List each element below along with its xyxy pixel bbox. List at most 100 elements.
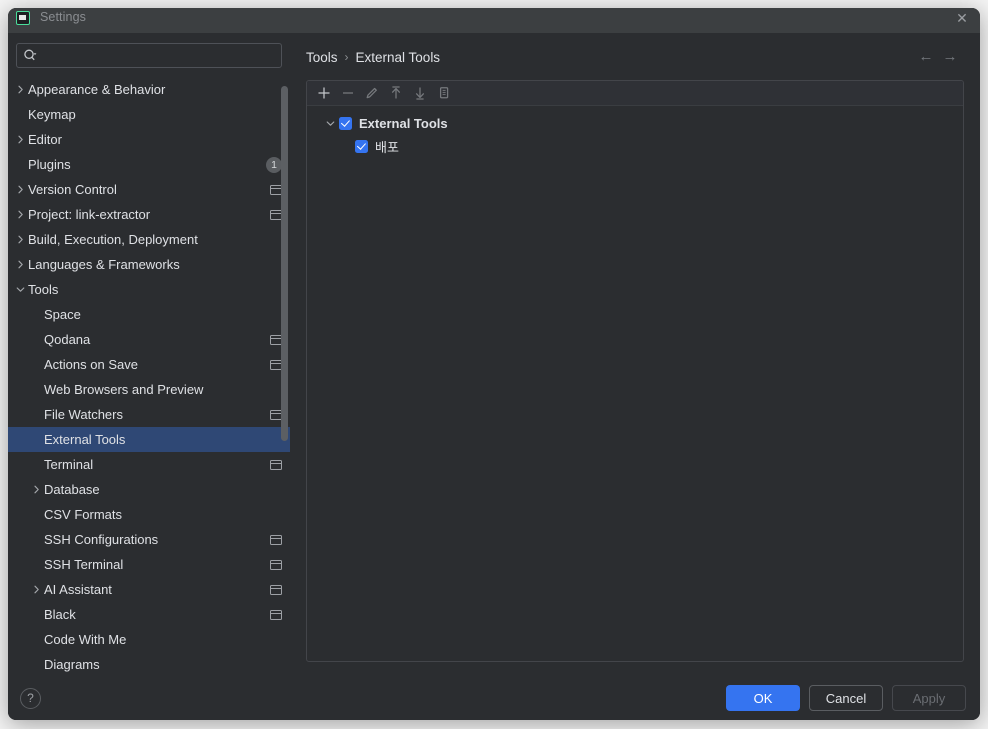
settings-sidebar: Appearance & Behavior Keymap Editor Plugins…	[8, 34, 290, 676]
pycharm-icon	[16, 10, 30, 25]
remove-tool-button	[337, 83, 359, 104]
close-icon[interactable]: ✕	[954, 10, 970, 26]
external-tools-tree: External Tools 배포	[307, 106, 963, 661]
sidebar-item-ssh-configurations[interactable]: SSH Configurations	[8, 527, 290, 552]
sidebar-item-label: Version Control	[28, 182, 117, 197]
chevron-right-icon[interactable]	[12, 85, 28, 94]
sidebar-item-label: Code With Me	[44, 632, 127, 647]
project-scope-icon	[270, 609, 282, 620]
breadcrumb: Tools › External Tools	[306, 50, 440, 65]
sidebar-item-diagrams[interactable]: Diagrams	[8, 652, 290, 676]
move-down-button	[409, 83, 431, 104]
ok-button[interactable]: OK	[726, 685, 800, 711]
sidebar-tree: Appearance & Behavior Keymap Editor Plugins…	[8, 76, 290, 676]
search-icon	[23, 48, 38, 63]
project-scope-icon	[270, 459, 282, 470]
tree-item-label: External Tools	[359, 116, 448, 131]
sidebar-item-tools[interactable]: Tools	[8, 277, 290, 302]
chevron-right-icon[interactable]	[12, 135, 28, 144]
sidebar-item-label: Web Browsers and Preview	[44, 382, 204, 397]
chevron-down-icon[interactable]	[321, 119, 339, 128]
chevron-right-icon[interactable]	[28, 485, 44, 494]
sidebar-item-terminal[interactable]: Terminal	[8, 452, 290, 477]
search-container	[8, 34, 290, 76]
sidebar-item-label: Tools	[28, 282, 59, 297]
dialog-footer: ? OK Cancel Apply	[8, 676, 980, 720]
sidebar-item-label: Build, Execution, Deployment	[28, 232, 198, 247]
chevron-right-icon[interactable]	[12, 260, 28, 269]
sidebar-item-label: Diagrams	[44, 657, 100, 672]
sidebar-item-label: Qodana	[44, 332, 91, 347]
sidebar-item-label: Editor	[28, 132, 62, 147]
window-title: Settings	[40, 9, 86, 24]
sidebar-item-ssh-terminal[interactable]: SSH Terminal	[8, 552, 290, 577]
chevron-right-icon[interactable]	[12, 235, 28, 244]
sidebar-item-project-link-extractor[interactable]: Project: link-extractor	[8, 202, 290, 227]
sidebar-item-external-tools[interactable]: External Tools	[8, 427, 290, 452]
sidebar-scrollbar[interactable]	[281, 86, 288, 441]
search-input[interactable]	[42, 44, 275, 67]
tree-item-label: 배포	[375, 140, 399, 155]
project-scope-icon	[270, 584, 282, 595]
sidebar-item-keymap[interactable]: Keymap	[8, 102, 290, 127]
chevron-right-icon[interactable]	[12, 210, 28, 219]
sidebar-item-label: Database	[44, 482, 100, 497]
sidebar-item-label: Actions on Save	[44, 357, 138, 372]
sidebar-item-web-browsers-and-preview[interactable]: Web Browsers and Preview	[8, 377, 290, 402]
chevron-down-icon[interactable]	[12, 285, 28, 294]
search-field[interactable]	[16, 43, 282, 68]
sidebar-item-version-control[interactable]: Version Control	[8, 177, 290, 202]
sidebar-item-label: SSH Terminal	[44, 557, 124, 572]
chevron-right-icon[interactable]	[12, 185, 28, 194]
sidebar-item-label: Languages & Frameworks	[28, 257, 180, 272]
edit-tool-button	[361, 83, 383, 104]
tree-row[interactable]: 배포	[307, 135, 963, 158]
settings-dialog: Settings ✕ Appearance & Behavior Keymap …	[8, 8, 980, 720]
sidebar-item-plugins[interactable]: Plugins 1	[8, 152, 290, 177]
sidebar-item-qodana[interactable]: Qodana	[8, 327, 290, 352]
sidebar-item-label: Appearance & Behavior	[28, 82, 166, 97]
sidebar-item-file-watchers[interactable]: File Watchers	[8, 402, 290, 427]
project-scope-icon	[270, 559, 282, 570]
sidebar-item-label: Space	[44, 307, 81, 322]
sidebar-item-editor[interactable]: Editor	[8, 127, 290, 152]
sidebar-item-database[interactable]: Database	[8, 477, 290, 502]
sidebar-item-space[interactable]: Space	[8, 302, 290, 327]
sidebar-item-build-execution-deployment[interactable]: Build, Execution, Deployment	[8, 227, 290, 252]
apply-button: Apply	[892, 685, 966, 711]
dialog-body: Appearance & Behavior Keymap Editor Plugins…	[8, 34, 980, 676]
sidebar-item-label: External Tools	[44, 432, 126, 447]
sidebar-item-code-with-me[interactable]: Code With Me	[8, 627, 290, 652]
sidebar-item-csv-formats[interactable]: CSV Formats	[8, 502, 290, 527]
sidebar-item-label: AI Assistant	[44, 582, 112, 597]
sidebar-item-ai-assistant[interactable]: AI Assistant	[8, 577, 290, 602]
project-scope-icon	[270, 534, 282, 545]
add-tool-button[interactable]	[313, 83, 335, 104]
sidebar-item-label: SSH Configurations	[44, 532, 159, 547]
sidebar-item-list: Appearance & Behavior Keymap Editor Plugins…	[8, 77, 290, 676]
sidebar-item-black[interactable]: Black	[8, 602, 290, 627]
breadcrumb-leaf: External Tools	[355, 49, 441, 65]
plugin-update-badge: 1	[266, 156, 282, 173]
nav-forward-button[interactable]: →	[938, 45, 962, 69]
breadcrumb-separator: ›	[344, 50, 349, 64]
cancel-button[interactable]: Cancel	[809, 685, 883, 711]
sidebar-item-languages-frameworks[interactable]: Languages & Frameworks	[8, 252, 290, 277]
sidebar-item-label: Project: link-extractor	[28, 207, 151, 222]
chevron-right-icon[interactable]	[28, 585, 44, 594]
tree-checkbox[interactable]	[339, 117, 352, 130]
nav-back-button[interactable]: ←	[914, 45, 938, 69]
sidebar-item-appearance-behavior[interactable]: Appearance & Behavior	[8, 77, 290, 102]
sidebar-item-label: Plugins	[28, 157, 71, 172]
move-up-button	[385, 83, 407, 104]
tree-row[interactable]: External Tools	[307, 112, 963, 135]
desktop-backdrop: Settings ✕ Appearance & Behavior Keymap …	[0, 0, 988, 729]
content-header: Tools › External Tools ← →	[298, 34, 964, 80]
help-button[interactable]: ?	[20, 687, 41, 709]
breadcrumb-root[interactable]: Tools	[306, 50, 338, 65]
sidebar-item-label: Black	[44, 607, 76, 622]
copy-tool-button	[433, 83, 455, 104]
sidebar-item-label: File Watchers	[44, 407, 123, 422]
tree-checkbox[interactable]	[355, 140, 368, 153]
sidebar-item-actions-on-save[interactable]: Actions on Save	[8, 352, 290, 377]
